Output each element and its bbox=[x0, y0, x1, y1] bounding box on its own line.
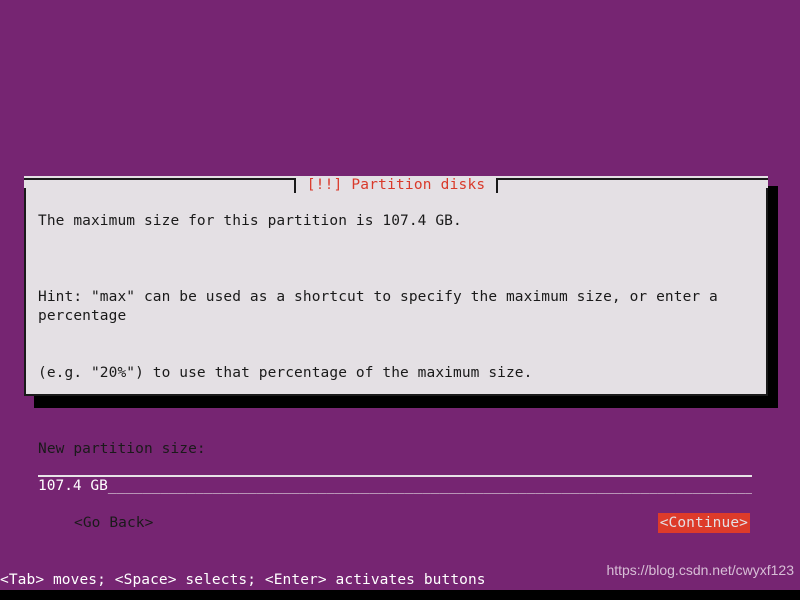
titlebar-rule-right bbox=[496, 177, 769, 193]
dialog-button-row: <Go Back> <Continue> bbox=[38, 513, 754, 533]
hint-line-1: Hint: "max" can be used as a shortcut to… bbox=[38, 289, 727, 324]
new-partition-size-input[interactable]: 107.4 GB________________________________… bbox=[38, 475, 752, 496]
new-partition-size-label: New partition size: bbox=[38, 441, 206, 457]
keyboard-hint-statusbar: <Tab> moves; <Space> selects; <Enter> ac… bbox=[0, 572, 486, 588]
max-size-message: The maximum size for this partition is 1… bbox=[38, 213, 462, 229]
bottom-black-strip bbox=[0, 590, 800, 600]
titlebar-rule-left bbox=[24, 177, 296, 193]
hint-paragraph: Hint: "max" can be used as a shortcut to… bbox=[38, 250, 754, 421]
dialog-body: The maximum size for this partition is 1… bbox=[24, 195, 768, 533]
new-partition-size-fill: ________________________________________… bbox=[107, 478, 752, 494]
installer-screen: [!!] Partition disks The maximum size fo… bbox=[0, 0, 800, 600]
hint-line-2: (e.g. "20%") to use that percentage of t… bbox=[38, 365, 533, 381]
dialog-title: [!!] Partition disks bbox=[306, 177, 486, 193]
dialog-titlebar: [!!] Partition disks bbox=[24, 176, 769, 195]
partition-disks-dialog: [!!] Partition disks The maximum size fo… bbox=[24, 176, 769, 533]
new-partition-size-value: 107.4 GB bbox=[38, 478, 108, 494]
new-partition-size-input-wrap[interactable]: 107.4 GB________________________________… bbox=[38, 475, 754, 497]
continue-button[interactable]: <Continue> bbox=[657, 513, 750, 533]
go-back-button[interactable]: <Go Back> bbox=[72, 513, 155, 533]
